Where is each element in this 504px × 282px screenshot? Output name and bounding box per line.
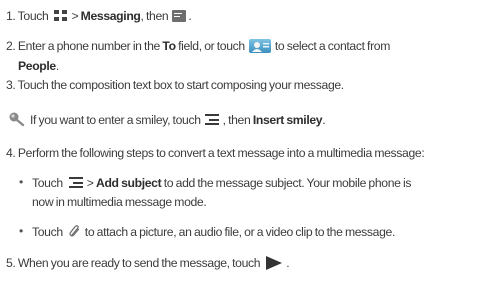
step-4-text: 4. Perform the following steps to conver… [6, 145, 425, 160]
step-2-cont: People. [18, 55, 504, 75]
step-4: 4. Perform the following steps to conver… [6, 142, 504, 162]
bullet-1-dot: • [19, 175, 23, 189]
step-2: 2. Enter a phone number in the To field,… [6, 35, 504, 55]
bullet-1-cont-text: now in multimedia message mode. [32, 194, 207, 209]
step-2-to: To [162, 38, 176, 53]
people-contacts-icon [248, 38, 271, 53]
bullet-1-prefix: Touch [32, 175, 63, 190]
paperclip-icon [69, 224, 79, 237]
bullet-2-prefix: Touch [32, 224, 63, 239]
bullet-1-cont: now in multimedia message mode. [32, 191, 504, 211]
menu-icon [204, 114, 219, 126]
step-2-suffix: to select a contact from [274, 38, 391, 53]
apps-grid-icon [54, 9, 68, 22]
tip-line: If you want to enter a smiley, touch , th… [6, 109, 504, 129]
bullet-2-suffix: to attach a picture, an audio file, or a… [84, 224, 396, 239]
step-3: 3. Touch the composition text box to sta… [6, 74, 504, 94]
tip-mid: , then [222, 112, 251, 127]
step-5-prefix: 5. When you are ready to send the messag… [6, 255, 261, 270]
bullet-2-dot: • [19, 224, 23, 238]
tip-end: . [322, 112, 326, 127]
step-1-gt: > [71, 8, 79, 23]
bullet-2: • Touch to attach a picture, an audio fi… [19, 221, 504, 241]
step-2-mid: field, or touch [178, 38, 245, 53]
bullet-1-add-subject: Add subject [96, 175, 162, 190]
step-5: 5. When you are ready to send the messag… [6, 252, 504, 272]
step-1-prefix: 1. Touch [6, 8, 49, 23]
step-3-text: 3. Touch the composition text box to sta… [6, 77, 344, 92]
step-1-end: . [188, 8, 192, 23]
bullet-1: • Touch > Add subject to add the message … [19, 172, 504, 192]
bullet-1-suffix: to add the message subject. Your mobile … [163, 175, 412, 190]
step-5-end: . [286, 255, 290, 270]
step-1: 1. Touch > Messaging, then. [6, 5, 504, 25]
bullet-1-gt: > [86, 175, 94, 190]
new-message-icon [172, 9, 187, 22]
step-1-messaging: Messaging [80, 8, 141, 23]
tip-insert-smiley: Insert smiley [252, 112, 323, 127]
step-2-end: . [55, 58, 59, 73]
tip-prefix: If you want to enter a smiley, touch [30, 112, 201, 127]
step-1-suffix: , then [140, 8, 169, 23]
tip-pin-icon [9, 112, 25, 127]
instruction-document: 1. Touch > Messaging, then. 2. Enter a ph… [0, 0, 504, 282]
step-2-people: People [18, 58, 56, 73]
menu-icon [68, 177, 83, 189]
step-2-prefix: 2. Enter a phone number in the [6, 38, 160, 53]
send-arrow-icon [266, 255, 283, 270]
